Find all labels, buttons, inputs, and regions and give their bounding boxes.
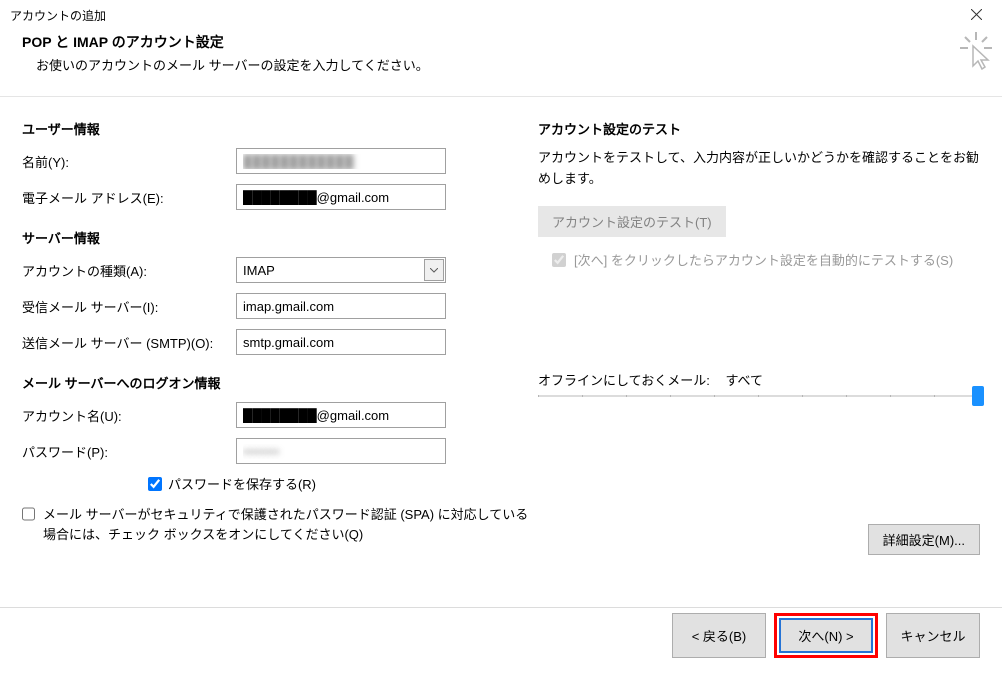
spa-checkbox[interactable] xyxy=(22,507,35,521)
account-type-value: IMAP xyxy=(237,263,275,278)
cancel-button[interactable]: キャンセル xyxy=(886,613,980,658)
bottom-divider xyxy=(0,607,1002,608)
account-type-select[interactable]: IMAP xyxy=(236,257,446,283)
server-info-section-title: サーバー情報 xyxy=(22,228,532,247)
password-input[interactable] xyxy=(236,438,446,464)
password-label: パスワード(P): xyxy=(22,442,236,461)
spa-label: メール サーバーがセキュリティで保護されたパスワード認証 (SPA) に対応して… xyxy=(43,505,532,544)
next-button-highlight: 次へ(N) > xyxy=(774,613,878,658)
account-name-input[interactable] xyxy=(236,402,446,428)
auto-test-label: [次へ] をクリックしたらアカウント設定を自動的にテストする(S) xyxy=(574,251,953,271)
outgoing-server-label: 送信メール サーバー (SMTP)(O): xyxy=(22,333,236,352)
close-icon[interactable] xyxy=(956,2,996,26)
test-description: アカウントをテストして、入力内容が正しいかどうかを確認することをお勧めします。 xyxy=(538,148,980,190)
offline-slider[interactable] xyxy=(538,395,978,397)
outgoing-server-input[interactable] xyxy=(236,329,446,355)
account-name-label: アカウント名(U): xyxy=(22,406,236,425)
incoming-server-input[interactable] xyxy=(236,293,446,319)
save-password-label: パスワードを保存する(R) xyxy=(168,474,316,493)
name-label: 名前(Y): xyxy=(22,152,236,171)
save-password-checkbox[interactable] xyxy=(148,477,162,491)
incoming-server-label: 受信メール サーバー(I): xyxy=(22,297,236,316)
test-section-title: アカウント設定のテスト xyxy=(538,119,980,138)
window-title: アカウントの追加 xyxy=(10,7,106,24)
test-account-settings-button: アカウント設定のテスト(T) xyxy=(538,206,726,237)
slider-thumb[interactable] xyxy=(972,386,984,406)
auto-test-checkbox xyxy=(552,253,566,267)
detail-settings-button[interactable]: 詳細設定(M)... xyxy=(868,524,980,555)
page-title: POP と IMAP のアカウント設定 xyxy=(22,32,984,52)
offline-mail-value: すべて xyxy=(725,370,763,389)
next-button[interactable]: 次へ(N) > xyxy=(779,618,873,653)
back-button[interactable]: < 戻る(B) xyxy=(672,613,766,658)
name-input[interactable] xyxy=(236,148,446,174)
email-label: 電子メール アドレス(E): xyxy=(22,188,236,207)
page-subtitle: お使いのアカウントのメール サーバーの設定を入力してください。 xyxy=(36,55,984,74)
logon-info-section-title: メール サーバーへのログオン情報 xyxy=(22,373,532,392)
email-input[interactable] xyxy=(236,184,446,210)
cursor-click-icon xyxy=(960,32,992,73)
chevron-down-icon[interactable] xyxy=(424,259,444,281)
offline-mail-label: オフラインにしておくメール: xyxy=(538,370,710,389)
user-info-section-title: ユーザー情報 xyxy=(22,119,532,138)
account-type-label: アカウントの種類(A): xyxy=(22,261,236,280)
